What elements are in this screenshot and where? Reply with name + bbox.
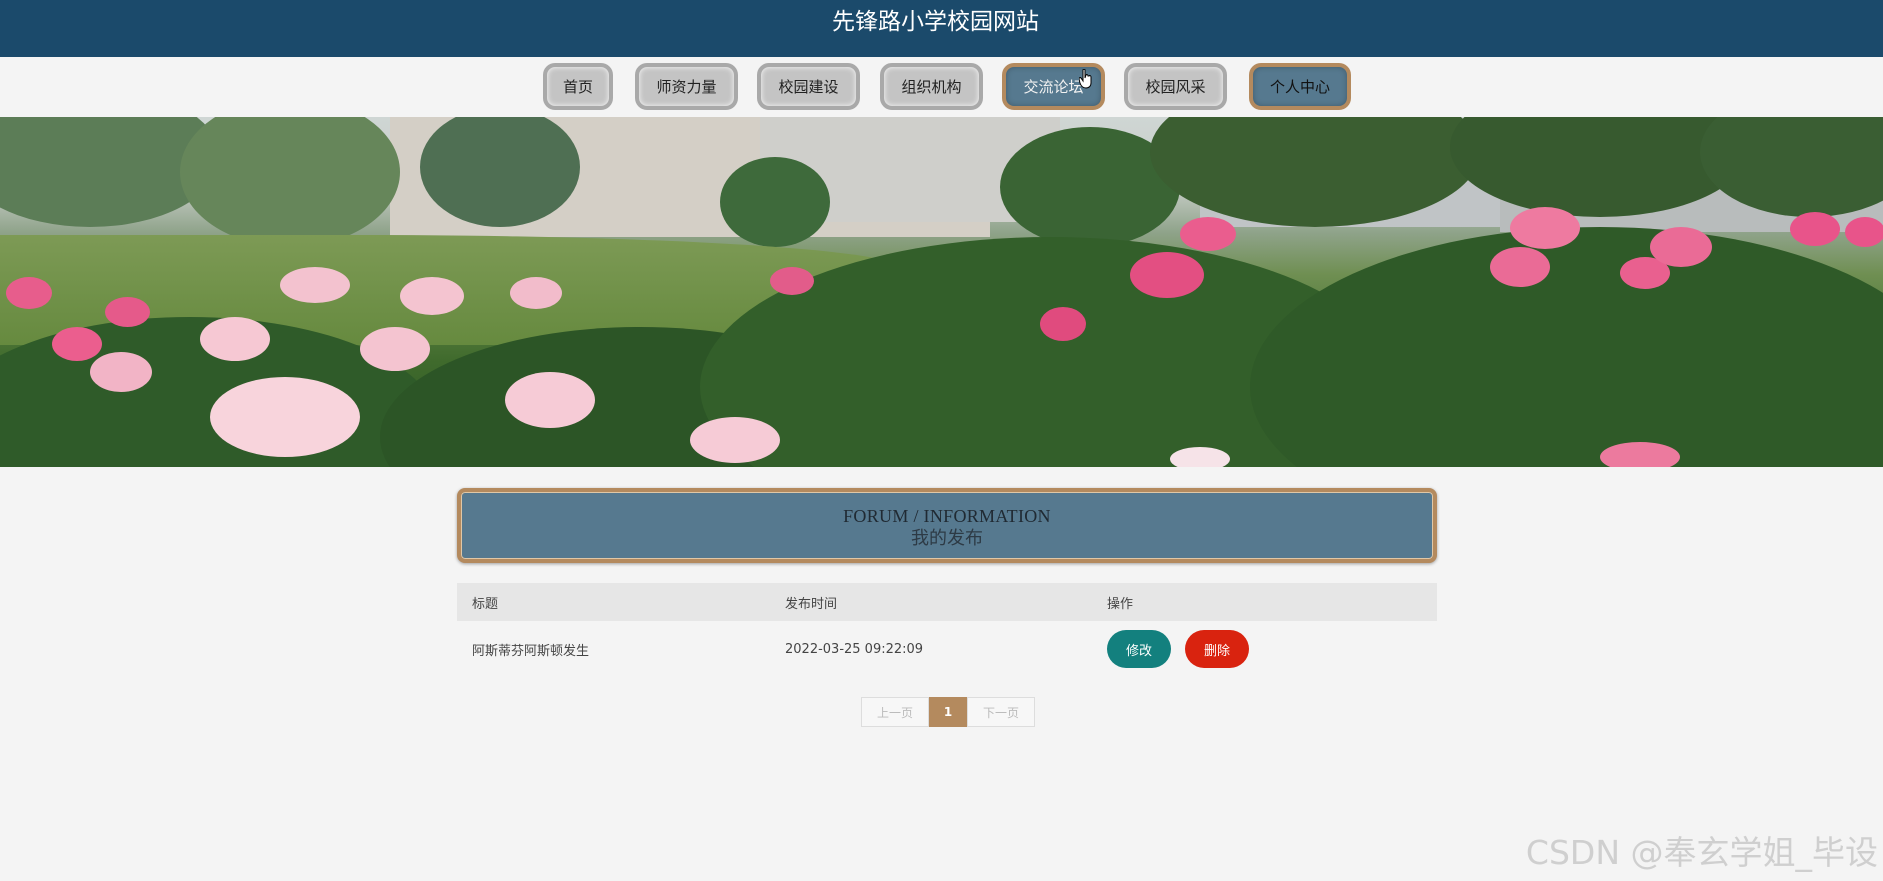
nav-item-organization[interactable]: 组织机构	[880, 63, 983, 110]
current-page[interactable]: 1	[929, 697, 967, 727]
forum-title-cn: 我的发布	[911, 528, 983, 548]
column-publish-time: 发布时间	[785, 596, 838, 612]
forum-title-en: FORUM / INFORMATION	[843, 506, 1051, 526]
prev-page-button[interactable]: 上一页	[861, 697, 929, 727]
watermark: CSDN @奉玄学姐_毕设	[1525, 833, 1878, 872]
nav-item-teachers[interactable]: 师资力量	[635, 63, 738, 110]
column-actions: 操作	[1107, 596, 1134, 612]
site-header: 先锋路小学校园网站	[0, 0, 1883, 57]
next-page-button[interactable]: 下一页	[967, 697, 1035, 727]
my-posts-table: 标题 发布时间 操作 阿斯蒂芬阿斯顿发生 2022-03-25 09:22:09…	[457, 583, 1437, 677]
column-title: 标题	[472, 596, 499, 612]
nav-item-campus-style[interactable]: 校园风采	[1124, 63, 1227, 110]
table-row: 阿斯蒂芬阿斯顿发生 2022-03-25 09:22:09 修改 删除	[457, 621, 1437, 677]
edit-button[interactable]: 修改	[1107, 630, 1171, 668]
forum-header: FORUM / INFORMATION 我的发布	[457, 488, 1437, 563]
campus-banner-image	[0, 117, 1883, 467]
post-title[interactable]: 阿斯蒂芬阿斯顿发生	[472, 621, 589, 677]
table-header: 标题 发布时间 操作	[457, 583, 1437, 621]
nav-item-home[interactable]: 首页	[543, 63, 613, 110]
post-time: 2022-03-25 09:22:09	[785, 641, 924, 657]
pagination: 上一页 1 下一页	[861, 697, 1035, 727]
main-nav: 首页 师资力量 校园建设 组织机构 交流论坛 校园风采 个人中心	[0, 57, 1883, 117]
nav-item-campus-construction[interactable]: 校园建设	[757, 63, 860, 110]
nav-item-personal-center[interactable]: 个人中心	[1249, 63, 1351, 110]
nav-item-forum[interactable]: 交流论坛	[1002, 63, 1105, 110]
delete-button[interactable]: 删除	[1185, 630, 1249, 668]
site-title: 先锋路小学校园网站	[832, 9, 1039, 35]
